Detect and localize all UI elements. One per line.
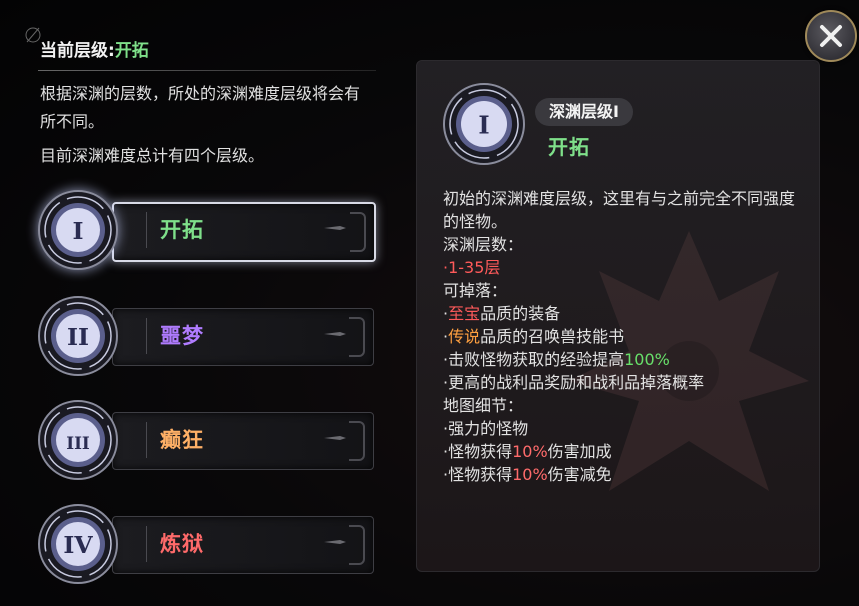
arrow-icon bbox=[324, 540, 346, 544]
map2-prefix: ·怪物获得 bbox=[443, 442, 513, 461]
close-icon bbox=[820, 25, 842, 47]
drop1-highlight: 至宝 bbox=[448, 304, 481, 323]
arrow-icon bbox=[324, 436, 346, 440]
arrow-icon bbox=[324, 332, 346, 336]
svg-text:IV: IV bbox=[63, 531, 93, 559]
drop2-highlight: 传说 bbox=[448, 327, 481, 346]
tier-medal-icon: I bbox=[443, 83, 525, 165]
tier-medal-icon: III bbox=[38, 400, 118, 480]
drop3-highlight: 100% bbox=[624, 350, 670, 369]
map2-highlight: 10% bbox=[512, 442, 548, 461]
current-tier-label: 当前层级:开拓 bbox=[40, 36, 149, 61]
tier-bar bbox=[112, 412, 374, 470]
tier-badge: 深渊层级I bbox=[535, 98, 633, 126]
drop3-prefix: ·击败怪物获取的经验提高 bbox=[443, 350, 625, 369]
tier-medal-icon: IV bbox=[38, 504, 118, 584]
tier-bar bbox=[112, 308, 374, 366]
drop1-suffix: 品质的装备 bbox=[480, 304, 561, 323]
map2-suffix: 伤害加成 bbox=[547, 442, 612, 461]
tier-name: 开拓 bbox=[160, 218, 204, 242]
drop-item-4: ·更高的战利品奖励和战利品掉落概率 bbox=[443, 373, 705, 392]
tier-name: 炼狱 bbox=[160, 532, 204, 556]
tier-medal-icon: I bbox=[38, 190, 118, 270]
floors-label: 深渊层数： bbox=[443, 235, 524, 254]
map-item-2: ·怪物获得10%伤害加成 bbox=[443, 440, 803, 463]
arrow-icon bbox=[324, 226, 346, 230]
tier-row-4[interactable]: 炼狱 IV bbox=[36, 498, 374, 590]
map-item-3: ·怪物获得10%伤害减免 bbox=[443, 463, 803, 486]
tier-detail-panel: I 深渊层级I 开拓 初始的深渊难度层级，这里有与之前完全不同强度的怪物。 深渊… bbox=[416, 60, 820, 572]
current-tier-prefix: 当前层级: bbox=[40, 41, 115, 61]
detail-intro: 初始的深渊难度层级，这里有与之前完全不同强度的怪物。 bbox=[443, 189, 796, 231]
tier-medal-icon: II bbox=[38, 296, 118, 376]
svg-text:I: I bbox=[478, 110, 489, 139]
drop-item-2: ·传说品质的召唤兽技能书 bbox=[443, 325, 803, 348]
tier-name: 噩梦 bbox=[160, 324, 204, 348]
tier-divider bbox=[146, 422, 147, 458]
close-button[interactable] bbox=[805, 10, 857, 62]
drop-item-3: ·击败怪物获取的经验提高100% bbox=[443, 348, 803, 371]
description-line-2: 目前深渊难度总计有四个层级。 bbox=[40, 146, 265, 165]
tier-divider bbox=[146, 526, 147, 562]
detail-tier-name: 开拓 bbox=[548, 135, 590, 159]
current-tier-value: 开拓 bbox=[114, 41, 149, 61]
map3-suffix: 伤害减免 bbox=[547, 465, 612, 484]
drops-label: 可掉落： bbox=[443, 281, 508, 300]
floors-value: ·1-35层 bbox=[443, 258, 501, 277]
map3-highlight: 10% bbox=[512, 465, 548, 484]
header-divider bbox=[38, 70, 376, 71]
svg-text:II: II bbox=[67, 323, 89, 351]
drop2-suffix: 品质的召唤兽技能书 bbox=[480, 327, 625, 346]
tier-bar bbox=[112, 202, 376, 262]
tier-row-3[interactable]: 癫狂 III bbox=[36, 394, 374, 486]
tier-row-2[interactable]: 噩梦 II bbox=[36, 290, 374, 382]
svg-text:I: I bbox=[73, 217, 84, 245]
svg-text:III: III bbox=[66, 433, 90, 453]
tier-divider bbox=[146, 212, 147, 248]
tier-description: 根据深渊的层数，所处的深渊难度层级将会有所不同。 目前深渊难度总计有四个层级。 bbox=[40, 80, 370, 170]
tier-row-1[interactable]: 开拓 I bbox=[36, 184, 376, 276]
detail-body: 初始的深渊难度层级，这里有与之前完全不同强度的怪物。 深渊层数： ·1-35层 … bbox=[443, 187, 803, 486]
description-line-1: 根据深渊的层数，所处的深渊难度层级将会有所不同。 bbox=[40, 84, 361, 131]
map-item-1: ·强力的怪物 bbox=[443, 419, 529, 438]
map3-prefix: ·怪物获得 bbox=[443, 465, 513, 484]
tier-name: 癫狂 bbox=[160, 428, 204, 452]
tier-bar bbox=[112, 516, 374, 574]
tier-divider bbox=[146, 318, 147, 354]
abyss-tier-screen: 当前层级:开拓 根据深渊的层数，所处的深渊难度层级将会有所不同。 目前深渊难度总… bbox=[0, 0, 859, 606]
drop-item-1: ·至宝品质的装备 bbox=[443, 302, 803, 325]
map-label: 地图细节： bbox=[443, 396, 524, 415]
